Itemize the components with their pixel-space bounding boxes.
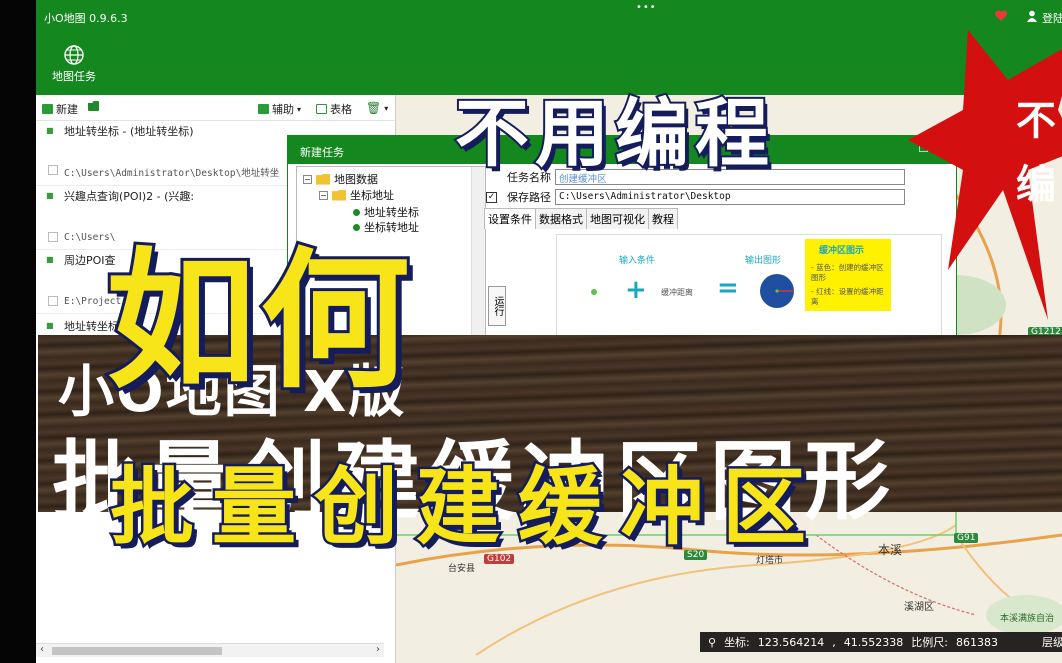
assist-button[interactable]: 辅助 ▾ [258,101,301,117]
dialog-tabs: 设置条件 数据格式 地图可视化 教程 [484,208,678,229]
task-path: C:\Users\Administrator\Desktop\地址转坐 [64,168,280,179]
buffer-diagram: 输入条件 输出图形 + 缓冲距离 = 缓冲区图示 - 蓝色：创建的缓冲区图形 -… [556,234,942,338]
tree-scrollbar[interactable] [471,167,485,337]
task-icon: ■ [46,255,54,264]
save-path-label: 保存路径 [507,191,551,204]
coord-label: 坐标: [724,636,750,649]
road-label: G91 [954,533,979,543]
new-icon [42,104,53,114]
input-label: 输入条件 [619,256,656,266]
legend-red: - 红线：设置的缓冲距离 [811,287,884,306]
run-side-tab[interactable]: 运行 [488,286,506,326]
headline-no-coding: 不用编程 [453,89,775,179]
buffer-circle-icon [760,274,794,308]
collapse-icon[interactable]: − [303,174,312,184]
scroll-right-icon[interactable]: › [376,644,380,655]
coord-lng: 123.564214 [757,635,825,649]
task-name: 地址转坐标 - (地址转坐标) [64,125,194,138]
coord-sep: , [832,635,836,649]
legend-title: 缓冲区图示 [819,246,865,256]
file-icon [48,232,58,242]
chevron-down-icon: ▾ [384,103,389,113]
app-title: 小O地图 0.9.6.3 [44,12,128,25]
tab-visualization[interactable]: 地图可视化 [586,208,649,229]
map-task-button[interactable]: 地图任务 [44,44,104,88]
map-statusbar: ⚲ 坐标: 123.564214 , 41.552338 比例尺: 861383… [700,632,1062,652]
task-icon: ■ [46,321,54,330]
task-icon: ■ [46,191,54,200]
new-label: 新建 [56,103,78,116]
place-label: 本溪 [878,543,903,557]
task-icon: ■ [46,126,54,135]
table-label: 表格 [330,103,352,116]
task-toolbar: 新建 辅助 ▾ 表格 🗑 ▾ [36,95,395,121]
tab-data-format[interactable]: 数据格式 [535,208,587,229]
table-icon [316,104,327,114]
horizontal-scrollbar[interactable]: ‹ › [36,643,384,657]
level-label: 层级: [1041,636,1062,649]
burst-text-1: 不 [1016,98,1056,144]
plus-icon: + [625,275,647,305]
file-icon [48,165,58,175]
coord-lat: 41.552338 [843,635,904,649]
trash-icon: 🗑 [366,101,382,115]
tree-node-map-data[interactable]: − 地图数据 [303,171,378,187]
delete-button[interactable]: 🗑 ▾ [366,101,388,115]
chevron-down-icon: ▾ [297,104,302,114]
save-path-row: ✓ 保存路径 C:\Users\Administrator\Desktop [486,189,905,205]
headline-how: 如何 [103,232,415,412]
point-icon [591,289,597,295]
output-label: 输出图形 [745,256,782,266]
scroll-thumb[interactable] [52,647,222,655]
save-path-field[interactable]: C:\Users\Administrator\Desktop [555,189,905,205]
table-button[interactable]: 表格 [316,101,352,117]
open-folder-button[interactable] [88,101,99,111]
collapse-icon[interactable]: − [319,190,328,200]
folder-icon [316,173,330,185]
assist-label: 辅助 [272,103,294,116]
scale-label: 比例尺: [911,636,948,649]
screen: 小O地图 0.9.6.3 ••• 登陆 地图任务 新建 辅助 ▾ 表格 🗑 ▾ … [0,0,1062,663]
drag-handle[interactable]: ••• [636,2,657,13]
screen-edge [0,0,36,663]
buffer-distance-label: 缓冲距离 [661,288,693,297]
place-label: 本溪满族自治 [1000,614,1055,624]
buffer-legend: 缓冲区图示 - 蓝色：创建的缓冲区图形 - 红线：设置的缓冲距离 [805,239,891,311]
equals-icon: = [717,273,739,303]
file-icon [48,296,58,306]
map-task-label: 地图任务 [52,70,96,83]
legend-blue: - 蓝色：创建的缓冲区图形 [811,263,884,282]
tab-conditions[interactable]: 设置条件 [484,208,536,229]
folder-icon [332,189,346,201]
scroll-left-icon[interactable]: ‹ [40,644,44,655]
globe-icon [64,45,84,65]
toolbox-icon [258,104,269,114]
scale-value: 861383 [955,635,998,649]
dialog-title: 新建任务 [300,146,344,159]
save-path-checkbox[interactable]: ✓ [486,191,497,203]
folder-icon [88,101,99,111]
burst-text-2: 编 [1016,162,1056,208]
tab-tutorial[interactable]: 教程 [648,208,678,229]
location-pin-icon: ⚲ [708,635,717,649]
new-task-button[interactable]: 新建 [42,101,78,117]
headline-batch-buffer: 批量创建缓冲区 [107,456,825,559]
place-label: 台安县 [448,564,476,574]
tree-label: 地图数据 [334,173,378,186]
place-label: 溪湖区 [904,602,934,613]
